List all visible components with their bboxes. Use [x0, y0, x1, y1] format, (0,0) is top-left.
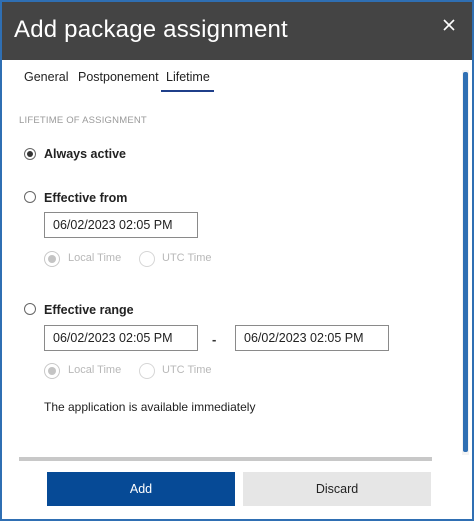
effective-range-local-time-radio[interactable] — [44, 363, 60, 379]
range-separator: - — [212, 332, 217, 347]
range-start-date-input[interactable] — [44, 325, 198, 351]
effective-from-local-time-radio[interactable] — [44, 251, 60, 267]
effective-from-radio[interactable] — [24, 191, 36, 203]
effective-from-utc-time-radio[interactable] — [139, 251, 155, 267]
vertical-scrollbar-thumb[interactable] — [463, 72, 468, 452]
vertical-scrollbar[interactable] — [462, 70, 469, 455]
add-package-assignment-dialog: Add package assignment General Postponem… — [0, 0, 474, 521]
effective-range-utc-time-label: UTC Time — [162, 364, 212, 376]
horizontal-scrollbar[interactable] — [19, 457, 432, 461]
availability-info-text: The application is available immediately — [44, 400, 256, 414]
dialog-titlebar: Add package assignment — [2, 2, 472, 60]
always-active-label[interactable]: Always active — [44, 147, 126, 161]
range-end-date-input[interactable] — [235, 325, 389, 351]
add-button[interactable]: Add — [47, 472, 235, 506]
dialog-title: Add package assignment — [14, 16, 288, 43]
discard-button[interactable]: Discard — [243, 472, 431, 506]
section-label: LIFETIME OF ASSIGNMENT — [19, 115, 147, 126]
tab-bar: General Postponement Lifetime — [2, 60, 472, 94]
effective-from-local-time-label: Local Time — [68, 252, 122, 264]
always-active-radio[interactable] — [24, 148, 36, 160]
effective-range-label[interactable]: Effective range — [44, 303, 134, 317]
effective-range-utc-time-radio[interactable] — [139, 363, 155, 379]
effective-range-local-time-label: Local Time — [68, 364, 122, 376]
effective-from-label[interactable]: Effective from — [44, 191, 127, 205]
tab-lifetime[interactable]: Lifetime — [161, 68, 214, 92]
lifetime-panel: LIFETIME OF ASSIGNMENT Always active Eff… — [2, 94, 460, 454]
effective-range-radio[interactable] — [24, 303, 36, 315]
effective-from-date-input[interactable] — [44, 212, 198, 238]
tab-general[interactable]: General — [24, 68, 68, 92]
effective-from-utc-time-label: UTC Time — [162, 252, 212, 264]
close-icon[interactable] — [440, 16, 458, 34]
tab-postponement[interactable]: Postponement — [78, 68, 159, 92]
